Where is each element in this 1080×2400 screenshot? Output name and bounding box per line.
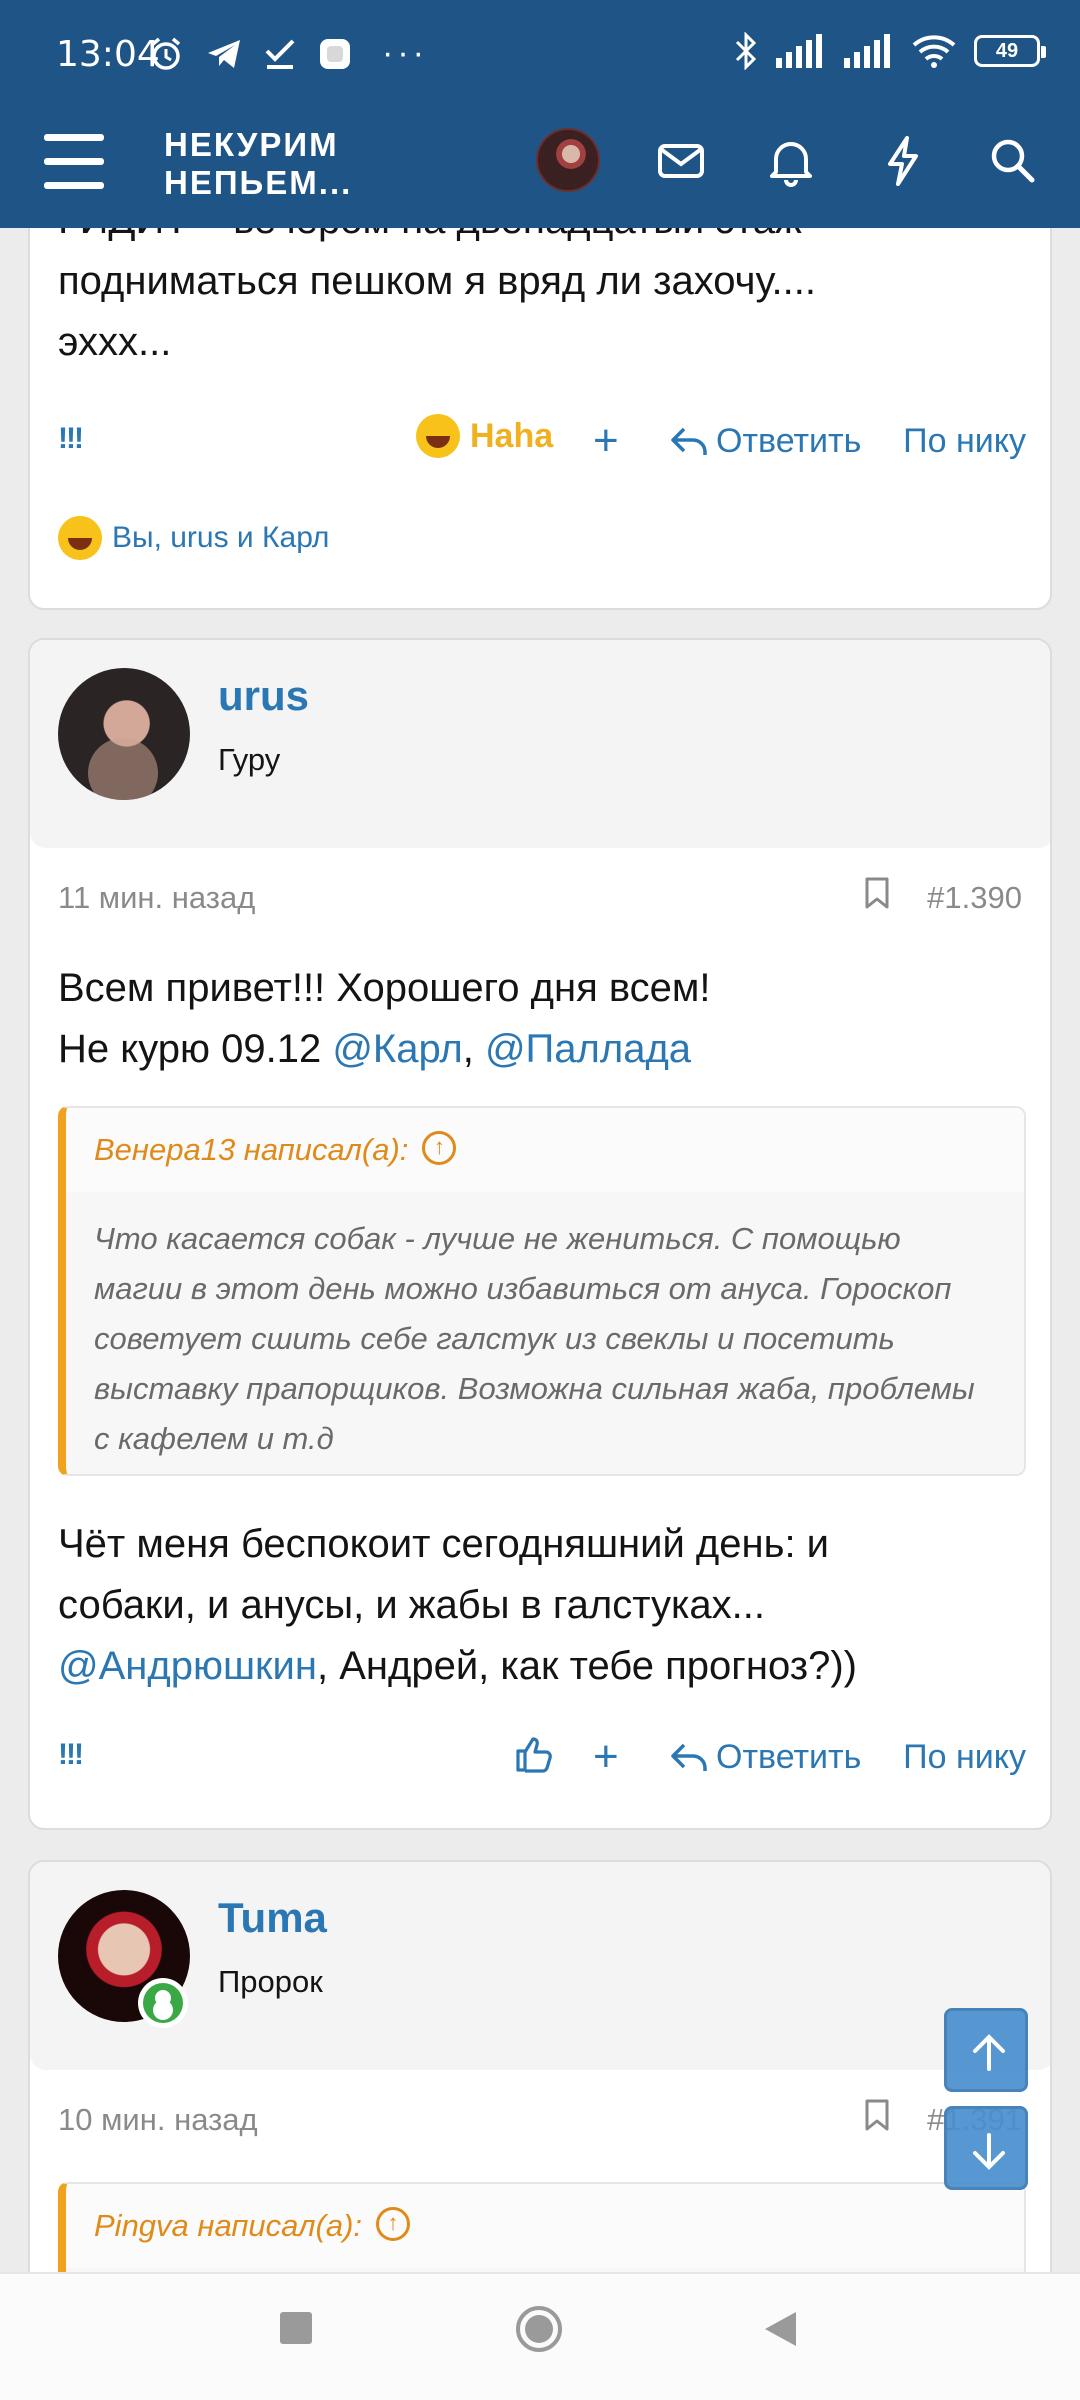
site-logo[interactable]: НЕКУРИМ НЕПЬЕМ... [164,126,352,202]
text-segment: , [462,1027,485,1071]
system-navigation-bar [0,2272,1080,2400]
text-segment: , Андрей, как тебе прогноз?)) [316,1644,857,1688]
post-text-line: Не курю 09.12 @Карл, @Паллада [58,1019,1028,1080]
like-icon[interactable] [514,1734,554,1774]
post-text-line: Всем привет!!! Хорошего дня всем! [58,966,711,1010]
post-actions: !!! Haha + Ответить По нику [58,414,1026,474]
reply-button[interactable]: Ответить [670,1738,861,1777]
haha-emoji-icon [416,414,460,458]
avatar[interactable] [58,668,190,800]
battery-indicator: 49 [974,35,1046,67]
reactions-text: Вы, urus и Карл [112,521,330,554]
status-overflow: ··· [382,34,428,72]
status-bar: 13:04 ··· 49 [0,0,1080,112]
recents-icon[interactable] [278,2310,314,2346]
quote-author: Венера13 написал(а): [94,1132,409,1167]
mention-link[interactable]: @Паллада [485,1027,691,1071]
top-bar: 13:04 ··· 49 НЕКУРИМ НЕПЬЕМ... [0,0,1080,228]
app-square-icon [320,38,350,69]
bookmark-icon[interactable] [864,876,890,910]
status-notification-icons: ··· [148,34,428,73]
haha-emoji-icon [58,516,102,560]
moderation-link[interactable]: !!! [58,1738,84,1772]
search-icon[interactable] [984,132,1042,190]
lightning-icon[interactable] [874,132,932,190]
app-header: НЕКУРИМ НЕПЬЕМ... [0,112,1080,228]
wifi-icon [912,35,956,68]
task-check-icon [265,39,295,69]
back-icon[interactable] [762,2310,798,2348]
account-avatar[interactable] [536,128,600,192]
post-text-line: подниматься пешком я вряд ли захочу.... [58,259,816,303]
reply-label: Ответить [716,422,862,460]
reply-icon [671,1743,707,1771]
scroll-top-button[interactable] [944,2008,1028,2092]
quote-header[interactable]: Pingva написал(а): ↑ [66,2184,1024,2268]
post-time[interactable]: 10 мин. назад [58,2102,258,2138]
status-system-icons: 49 [734,32,1046,70]
user-bar: urus Гуру [30,640,1050,848]
arrow-up-icon [973,2034,1005,2071]
mention-link[interactable]: @Карл [332,1027,462,1071]
user-title: Пророк [218,1964,323,1999]
username[interactable]: urus [218,672,309,720]
multiquote-button[interactable]: + [593,1730,619,1784]
text-segment: Не курю 09.12 [58,1027,333,1071]
arrow-down-icon [973,2133,1005,2170]
menu-icon[interactable] [44,134,104,190]
bell-icon[interactable] [762,132,820,190]
username[interactable]: Tuma [218,1894,327,1942]
quote-header[interactable]: Венера13 написал(а): ↑ [66,1108,1024,1192]
reply-icon [671,427,707,455]
mail-icon[interactable] [652,132,710,190]
reaction-button[interactable]: Haha [416,414,553,458]
signal-icon-2 [844,34,890,68]
post-number[interactable]: #1.390 [927,880,1022,916]
multiquote-button[interactable]: + [593,414,619,468]
signal-icon [776,34,822,68]
mention-link[interactable]: @Андрюшкин [58,1644,317,1688]
bookmark-icon[interactable] [864,2098,890,2132]
reactions-summary[interactable]: Вы, urus и Карл [58,516,329,560]
jump-to-quote-icon[interactable]: ↑ [422,1130,457,1165]
post-text-line: Чёт меня беспокоит сегодняшний день: и [58,1522,830,1566]
post-body-continued: Чёт меня беспокоит сегодняшний день: и с… [58,1514,1028,1697]
quote-text: Что касается собак - лучше не жениться. … [94,1221,975,1456]
post-body: Всем привет!!! Хорошего дня всем! Не кур… [58,958,1028,1080]
reaction-label: Haha [470,416,554,455]
post-time[interactable]: 11 мин. назад [58,880,255,916]
by-nick-button[interactable]: По нику [903,422,1026,461]
home-icon[interactable] [514,2304,564,2354]
scroll-bottom-button[interactable] [944,2106,1028,2190]
reply-button[interactable]: Ответить [670,422,861,461]
telegram-icon [208,39,240,68]
quote-block: Венера13 написал(а): ↑ Что касается собак… [58,1106,1026,1476]
reply-label: Ответить [716,1738,862,1776]
logo-line-1: НЕКУРИМ [164,126,339,163]
post-text-line: @Андрюшкин, Андрей, как тебе прогноз?)) [58,1636,1028,1697]
user-bar: Tuma Пророк [30,1862,1050,2070]
status-time: 13:04 [56,34,160,75]
alarm-icon [151,37,181,70]
post-text-line: собаки, и анусы, и жабы в галстуках... [58,1583,765,1627]
jump-to-quote-icon[interactable]: ↑ [376,2206,411,2241]
logo-line-2: НЕПЬЕМ... [164,164,353,201]
post-actions: !!! + Ответить По нику [58,1730,1026,1790]
by-nick-button[interactable]: По нику [903,1738,1026,1777]
post-text-line: эххх... [58,320,172,364]
online-status-icon [138,1978,188,2028]
quote-author: Pingva написал(а): [94,2208,363,2243]
user-title: Гуру [218,742,281,777]
post-card: urus Гуру 11 мин. назад #1.390 Всем прив… [28,638,1052,1830]
bluetooth-icon [735,32,757,70]
moderation-link[interactable]: !!! [58,422,84,456]
